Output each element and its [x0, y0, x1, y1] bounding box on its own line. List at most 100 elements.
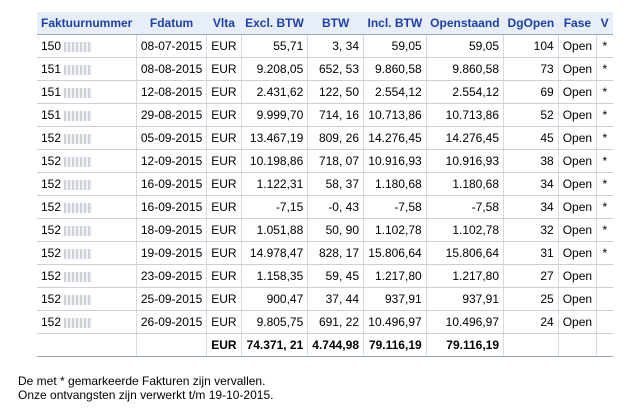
table-row: 151 12-08-2015 EUR 2.431,62 122, 50 2.554,12 2…	[37, 80, 613, 104]
amount-incl-btw: 10.916,93	[363, 149, 427, 173]
phase: Open	[558, 172, 598, 196]
amount-open: 15.806,64	[426, 241, 505, 265]
invoice-number: 152	[37, 126, 137, 150]
redacted-digits	[64, 156, 92, 167]
days-open: 24	[503, 310, 559, 334]
col-vlta: Vlta	[206, 12, 242, 35]
total-incl-btw: 79.116,19	[363, 333, 427, 357]
days-open: 34	[503, 172, 559, 196]
amount-incl-btw: 1.102,78	[363, 218, 427, 242]
table-row: 152 23-09-2015 EUR 1.158,35 59, 45 1.217,80 1.…	[37, 264, 613, 288]
invoice-number-prefix: 152	[41, 269, 62, 283]
redacted-digits	[64, 179, 92, 190]
amount-excl-btw: 9.208,05	[241, 57, 309, 81]
invoice-number-prefix: 152	[41, 223, 62, 237]
days-open: 73	[503, 57, 559, 81]
invoice-date: 08-07-2015	[136, 34, 208, 58]
total-fase	[558, 333, 598, 357]
invoice-number-prefix: 152	[41, 246, 62, 260]
amount-excl-btw: 1.051,88	[241, 218, 309, 242]
invoice-number-prefix: 152	[41, 154, 62, 168]
amount-open: 10.916,93	[426, 149, 505, 173]
currency: EUR	[206, 195, 242, 219]
amount-open: 14.276,45	[426, 126, 505, 150]
invoice-table: Faktuurnummer Fdatum Vlta Excl. BTW BTW …	[37, 12, 613, 357]
invoice-date: 25-09-2015	[136, 287, 208, 311]
amount-incl-btw: 1.217,80	[363, 264, 427, 288]
phase: Open	[558, 103, 598, 127]
currency: EUR	[206, 34, 242, 58]
invoice-date: 16-09-2015	[136, 172, 208, 196]
amount-excl-btw: 55,71	[241, 34, 309, 58]
phase: Open	[558, 218, 598, 242]
col-incl-btw: Incl. BTW	[363, 12, 427, 35]
amount-excl-btw: 900,47	[241, 287, 309, 311]
col-excl-btw: Excl. BTW	[241, 12, 308, 35]
col-openstaand: Openstaand	[426, 12, 504, 35]
header-row: Faktuurnummer Fdatum Vlta Excl. BTW BTW …	[37, 12, 613, 35]
invoice-number-prefix: 152	[41, 131, 62, 145]
amount-incl-btw: 10.496,97	[363, 310, 427, 334]
overdue-marker: *	[596, 34, 613, 58]
total-dgopen	[503, 333, 559, 357]
overdue-marker	[596, 287, 613, 311]
days-open: 32	[503, 218, 559, 242]
amount-btw: 828, 17	[307, 241, 364, 265]
amount-excl-btw: 1.158,35	[241, 264, 309, 288]
amount-btw: 652, 53	[307, 57, 364, 81]
table-row: 152 16-09-2015 EUR 1.122,31 58, 37 1.180,68 1.…	[37, 172, 613, 196]
col-v: V	[596, 12, 613, 35]
phase: Open	[558, 195, 598, 219]
invoice-number-prefix: 152	[41, 292, 62, 306]
phase: Open	[558, 57, 598, 81]
amount-incl-btw: 15.806,64	[363, 241, 427, 265]
totals-row: EUR 74.371, 21 4.744,98 79.116,19 79.116…	[37, 333, 613, 357]
invoice-date: 05-09-2015	[136, 126, 208, 150]
note-received: Onze ontvangsten zijn verwerkt t/m 19-10…	[18, 388, 274, 402]
amount-excl-btw: 14.978,47	[241, 241, 309, 265]
invoice-number-prefix: 152	[41, 200, 62, 214]
amount-open: 9.860,58	[426, 57, 505, 81]
phase: Open	[558, 80, 598, 104]
amount-btw: 3, 34	[307, 34, 364, 58]
invoice-number: 152	[37, 195, 137, 219]
overdue-marker: *	[596, 172, 613, 196]
table-row: 152 16-09-2015 EUR -7,15 -0, 43 -7,58 -7,58 34 O…	[37, 195, 613, 219]
phase: Open	[558, 310, 598, 334]
amount-open: 937,91	[426, 287, 505, 311]
amount-incl-btw: 10.713,86	[363, 103, 427, 127]
note-overdue: De met * gemarkeerde Fakturen zijn verva…	[18, 374, 266, 388]
overdue-marker: *	[596, 126, 613, 150]
days-open: 69	[503, 80, 559, 104]
total-v	[596, 333, 613, 357]
amount-incl-btw: -7,58	[363, 195, 427, 219]
overdue-marker: *	[596, 149, 613, 173]
table-row: 152 19-09-2015 EUR 14.978,47 828, 17 15.806,6…	[37, 241, 613, 265]
amount-excl-btw: 2.431,62	[241, 80, 309, 104]
table-row: 152 26-09-2015 EUR 9.805,75 691, 22 10.496,97…	[37, 310, 613, 334]
overdue-marker: *	[596, 57, 613, 81]
col-btw: BTW	[307, 12, 364, 35]
currency: EUR	[206, 126, 242, 150]
table-row: 152 18-09-2015 EUR 1.051,88 50, 90 1.102,78 1.…	[37, 218, 613, 242]
overdue-marker: *	[596, 80, 613, 104]
table-row: 151 29-08-2015 EUR 9.999,70 714, 16 10.713,86…	[37, 103, 613, 127]
amount-open: 59,05	[426, 34, 505, 58]
overdue-marker: *	[596, 218, 613, 242]
currency: EUR	[206, 80, 242, 104]
currency: EUR	[206, 149, 242, 173]
invoice-number-prefix: 152	[41, 177, 62, 191]
amount-excl-btw: 13.467,19	[241, 126, 309, 150]
invoice-number: 152	[37, 172, 137, 196]
footnotes: De met * gemarkeerde Fakturen zijn verva…	[18, 374, 273, 402]
amount-excl-btw: 9.999,70	[241, 103, 309, 127]
amount-btw: 37, 44	[307, 287, 364, 311]
phase: Open	[558, 287, 598, 311]
days-open: 45	[503, 126, 559, 150]
overdue-marker	[596, 310, 613, 334]
invoice-date: 23-09-2015	[136, 264, 208, 288]
overdue-marker	[596, 264, 613, 288]
col-fdatum: Fdatum	[136, 12, 207, 35]
days-open: 34	[503, 195, 559, 219]
invoice-date: 26-09-2015	[136, 310, 208, 334]
